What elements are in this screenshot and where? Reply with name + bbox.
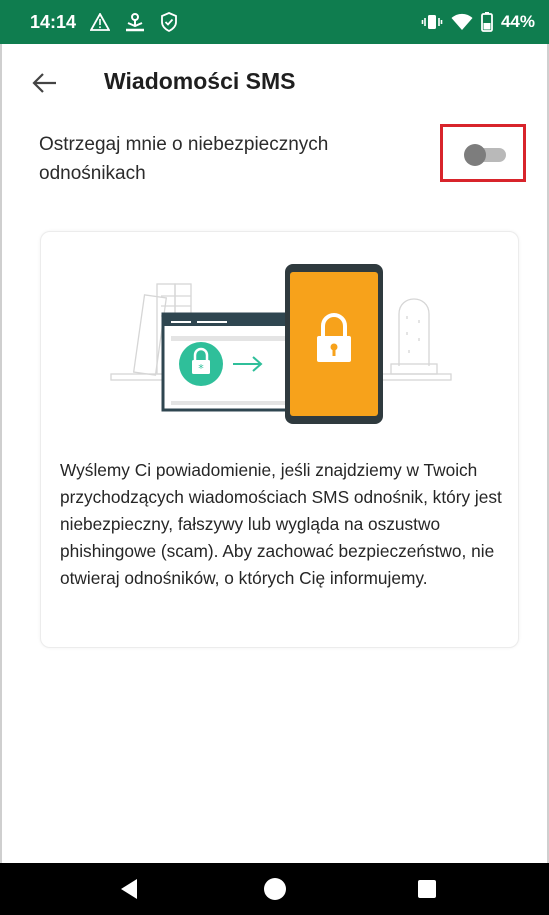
battery-icon	[481, 12, 493, 32]
sms-protection-illustration: *	[110, 264, 452, 424]
app-bar: Wiadomości SMS	[0, 44, 549, 122]
status-time: 14:14	[30, 11, 77, 32]
smartphone-graphic	[285, 264, 383, 424]
vibrate-icon	[421, 13, 443, 31]
card-description: Wyślemy Ci powiadomienie, jeśli znajdzie…	[60, 460, 502, 588]
back-triangle-icon	[121, 879, 137, 899]
info-card: * Wyślemy Ci powiadomienie, jeśli znajdz…	[40, 231, 519, 648]
status-right: 44%	[421, 12, 535, 32]
nav-back-button[interactable]	[94, 863, 164, 915]
svg-text:*: *	[198, 362, 204, 375]
lock-circle-icon: *	[179, 342, 223, 386]
recents-square-icon	[418, 880, 436, 898]
dangerous-links-toggle[interactable]	[464, 144, 506, 166]
status-left: 14:14	[30, 12, 178, 33]
cactus-decoration	[390, 298, 438, 375]
back-button[interactable]	[28, 66, 62, 100]
usb-icon	[124, 12, 146, 32]
arrow-left-icon	[32, 73, 56, 93]
toggle-thumb	[464, 144, 486, 166]
shield-icon	[160, 12, 178, 32]
setting-label: Ostrzegaj mnie o niebezpiecznych odnośni…	[39, 134, 329, 184]
warning-setting-row: Ostrzegaj mnie o niebezpiecznych odnośni…	[0, 124, 549, 192]
page-title: Wiadomości SMS	[104, 68, 296, 94]
battery-percent: 44%	[500, 12, 535, 31]
system-nav-bar	[0, 863, 549, 915]
wifi-icon	[451, 13, 473, 31]
nav-home-button[interactable]	[240, 863, 310, 915]
nav-recents-button[interactable]	[392, 863, 462, 915]
status-bar: 14:14 44%	[0, 0, 549, 44]
home-circle-icon	[264, 878, 286, 900]
warning-icon	[90, 13, 111, 31]
